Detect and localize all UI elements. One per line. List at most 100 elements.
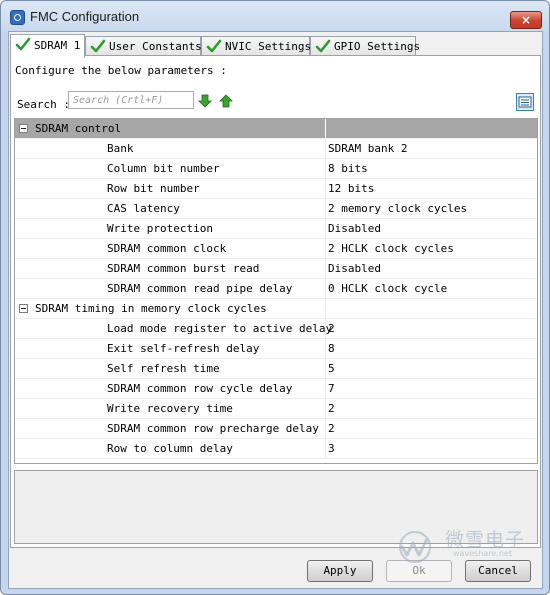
- tab-gpio-settings[interactable]: GPIO Settings: [310, 36, 420, 56]
- parameter-value[interactable]: Disabled: [328, 259, 381, 279]
- search-label: Search :: [17, 98, 70, 111]
- app-icon: [10, 10, 25, 25]
- parameter-row[interactable]: Bank SDRAM bank 2: [15, 139, 537, 159]
- parameter-row[interactable]: SDRAM common row precharge delay 2: [15, 419, 537, 439]
- check-icon: [206, 39, 222, 53]
- parameter-value[interactable]: 2: [328, 399, 335, 419]
- column-divider: [325, 199, 326, 219]
- column-divider: [325, 399, 326, 419]
- check-icon: [315, 39, 331, 53]
- group-title: SDRAM timing in memory clock cycles: [35, 302, 267, 315]
- window-title: FMC Configuration: [30, 9, 140, 24]
- parameter-value[interactable]: 8 bits: [328, 159, 368, 179]
- column-divider: [325, 339, 326, 359]
- tab-label: GPIO Settings: [334, 40, 421, 53]
- group-title: SDRAM control: [35, 122, 122, 135]
- list-view-icon: [518, 96, 532, 108]
- parameter-value[interactable]: 0 HCLK clock cycle: [328, 279, 447, 299]
- parameter-value[interactable]: 2 HCLK clock cycles: [328, 239, 454, 259]
- sdram-1-tab-panel: Configure the below parameters : Search …: [10, 55, 541, 548]
- parameters-table: SDRAM control Bank SDRAM bank 2 Column bit …: [14, 118, 538, 464]
- parameter-name: Bank: [107, 142, 134, 155]
- parameter-name: SDRAM common read pipe delay: [107, 282, 293, 295]
- title-bar[interactable]: FMC Configuration ×: [1, 1, 549, 33]
- check-icon: [15, 37, 31, 51]
- waveshare-logo-icon: [399, 531, 431, 563]
- parameter-row[interactable]: Write recovery time 2: [15, 399, 537, 419]
- parameter-value[interactable]: 2: [328, 319, 335, 339]
- column-divider: [325, 299, 326, 319]
- parameter-value[interactable]: 12 bits: [328, 179, 374, 199]
- column-divider: [325, 439, 326, 459]
- tab-label: User Constants: [109, 40, 202, 53]
- parameter-row[interactable]: Row to column delay 3: [15, 439, 537, 459]
- parameter-name: Row to column delay: [107, 442, 233, 455]
- column-divider: [325, 239, 326, 259]
- parameter-row[interactable]: Write protection Disabled: [15, 219, 537, 239]
- watermark-text: 微雪电子: [445, 529, 526, 551]
- parameter-name: SDRAM common clock: [107, 242, 227, 255]
- group-header-row[interactable]: SDRAM control: [15, 119, 537, 139]
- parameter-value[interactable]: 3: [328, 439, 335, 459]
- column-divider: [325, 319, 326, 339]
- close-button[interactable]: ×: [510, 11, 542, 29]
- parameter-value[interactable]: 5: [328, 359, 335, 379]
- parameter-row[interactable]: Load mode register to active delay 2: [15, 319, 537, 339]
- collapse-minus-icon[interactable]: [19, 304, 28, 313]
- collapse-minus-icon[interactable]: [19, 124, 28, 133]
- configure-parameters-label: Configure the below parameters :: [15, 64, 227, 77]
- parameter-name: CAS latency: [107, 202, 180, 215]
- parameter-row[interactable]: SDRAM common read pipe delay 0 HCLK clock…: [15, 279, 537, 299]
- parameter-value[interactable]: 8: [328, 339, 335, 359]
- search-input[interactable]: [68, 91, 194, 109]
- list-view-button[interactable]: [516, 93, 534, 111]
- parameter-name: Write protection: [107, 222, 213, 235]
- column-divider: [325, 419, 326, 439]
- tab-label: SDRAM 1: [34, 39, 81, 52]
- parameter-name: Load mode register to active delay: [107, 322, 333, 335]
- column-divider: [325, 139, 326, 159]
- tab-bar: SDRAM 1 User Constants NVIC Settings GPI…: [9, 34, 542, 58]
- apply-button[interactable]: Apply: [307, 560, 373, 582]
- parameter-value[interactable]: 7: [328, 379, 335, 399]
- column-divider: [325, 219, 326, 239]
- parameter-name: SDRAM common burst read: [107, 262, 260, 275]
- column-divider: [325, 159, 326, 179]
- tab-sdram-1[interactable]: SDRAM 1: [10, 34, 85, 58]
- parameter-name: SDRAM common row precharge delay: [107, 422, 319, 435]
- parameter-name: Write recovery time: [107, 402, 233, 415]
- column-divider: [325, 259, 326, 279]
- parameter-name: Exit self-refresh delay: [107, 342, 260, 355]
- parameter-row[interactable]: CAS latency 2 memory clock cycles: [15, 199, 537, 219]
- fmc-configuration-window: FMC Configuration × SDRAM 1 User Constan…: [0, 0, 550, 595]
- parameter-name: Self refresh time: [107, 362, 220, 375]
- parameter-value[interactable]: 2 memory clock cycles: [328, 199, 467, 219]
- parameter-row[interactable]: Self refresh time 5: [15, 359, 537, 379]
- parameter-row[interactable]: SDRAM common burst read Disabled: [15, 259, 537, 279]
- parameter-name: Row bit number: [107, 182, 200, 195]
- parameter-row[interactable]: Row bit number 12 bits: [15, 179, 537, 199]
- group-header-row[interactable]: SDRAM timing in memory clock cycles: [15, 299, 537, 319]
- arrow-down-icon[interactable]: [198, 94, 212, 108]
- parameter-value[interactable]: 2: [328, 419, 335, 439]
- tab-user-constants[interactable]: User Constants: [85, 36, 202, 56]
- parameter-value[interactable]: Disabled: [328, 219, 381, 239]
- column-divider: [325, 279, 326, 299]
- tab-nvic-settings[interactable]: NVIC Settings: [201, 36, 312, 56]
- parameter-row[interactable]: SDRAM common row cycle delay 7: [15, 379, 537, 399]
- arrow-up-icon[interactable]: [219, 94, 233, 108]
- check-icon: [90, 39, 106, 53]
- watermark-logo: 微雪电子 waveshare.net: [389, 521, 539, 565]
- watermark-subtext: waveshare.net: [453, 549, 512, 558]
- parameter-row[interactable]: Exit self-refresh delay 8: [15, 339, 537, 359]
- parameter-value[interactable]: SDRAM bank 2: [328, 139, 407, 159]
- dialog-client-area: SDRAM 1 User Constants NVIC Settings GPI…: [8, 31, 543, 589]
- parameter-row[interactable]: Column bit number 8 bits: [15, 159, 537, 179]
- column-divider: [325, 379, 326, 399]
- parameter-name: SDRAM common row cycle delay: [107, 382, 293, 395]
- column-divider: [325, 119, 326, 139]
- parameter-row[interactable]: SDRAM common clock 2 HCLK clock cycles: [15, 239, 537, 259]
- column-divider: [325, 179, 326, 199]
- column-divider: [325, 359, 326, 379]
- tab-label: NVIC Settings: [225, 40, 312, 53]
